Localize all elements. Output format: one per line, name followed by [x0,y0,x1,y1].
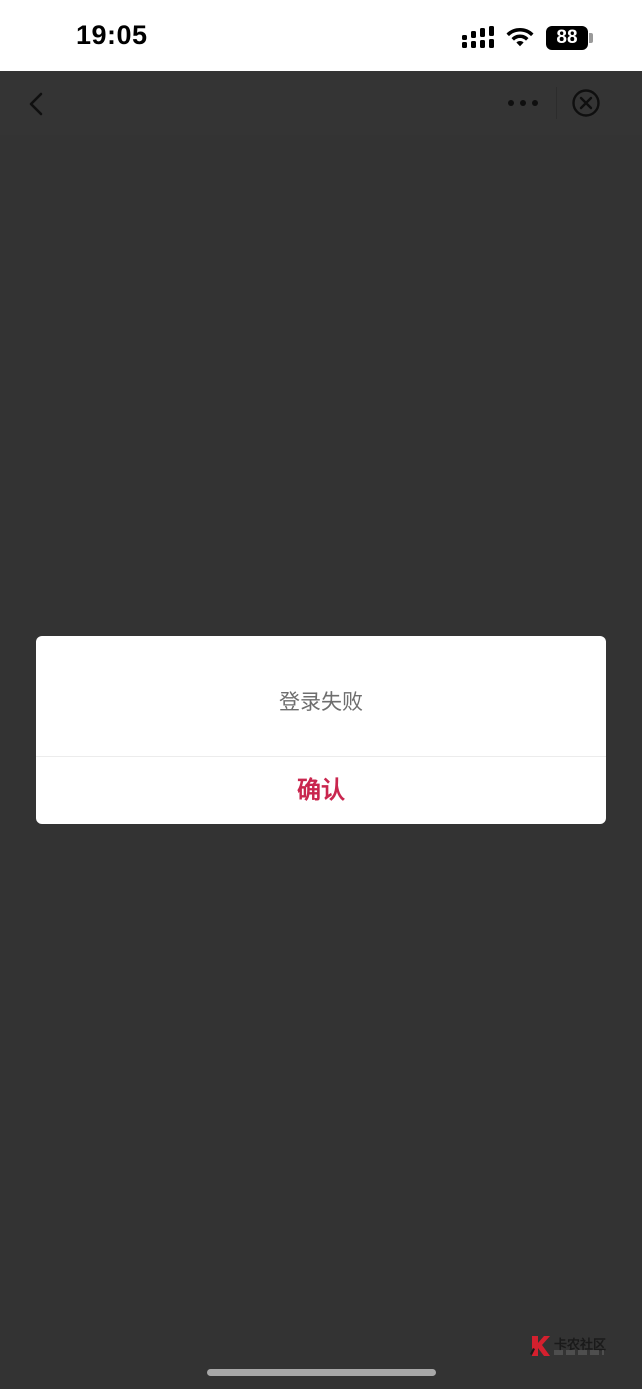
status-bar: 19:05 88 [0,0,642,71]
status-time: 19:05 [76,20,148,50]
alert-dialog: 登录失败 确认 [36,636,606,824]
battery-cap [589,33,593,43]
close-circle-icon[interactable] [571,88,601,118]
watermark-subtitle [554,1350,604,1355]
nav-bar [0,71,642,135]
dialog-message: 登录失败 [279,690,363,714]
app-screen: 19:05 88 登录失败 确认 卡农社区 [0,0,642,1389]
battery-level: 88 [556,27,578,48]
cellular-signal-icon [462,26,494,48]
watermark: 卡农社区 [530,1334,610,1360]
nav-divider [556,87,557,119]
kanong-logo-icon [530,1336,550,1356]
more-dots-icon[interactable] [506,93,540,113]
wifi-icon [506,28,534,47]
chevron-left-icon[interactable] [26,91,48,117]
home-indicator[interactable] [207,1369,436,1376]
confirm-button[interactable]: 确认 [36,757,606,824]
battery-indicator: 88 [546,26,588,50]
